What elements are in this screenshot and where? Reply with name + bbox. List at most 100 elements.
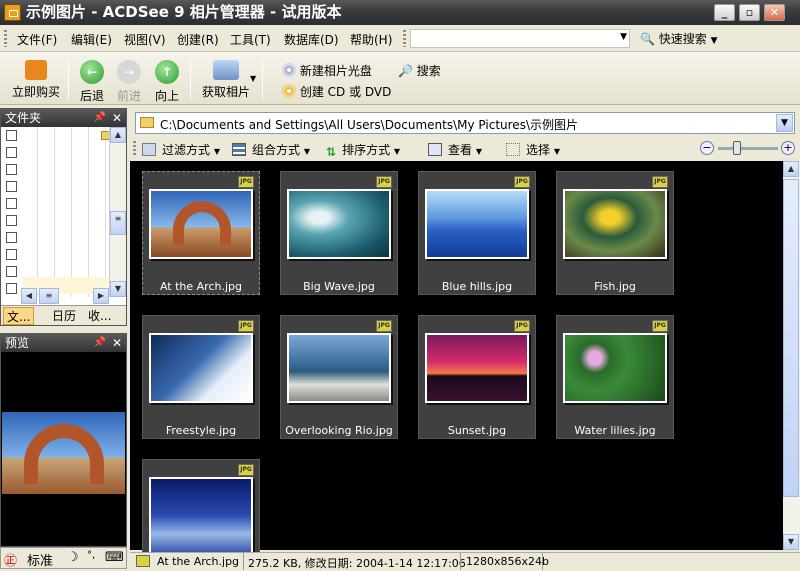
status-divider xyxy=(542,553,543,570)
tab-calendar[interactable]: 日历 xyxy=(49,307,79,325)
zoom-in-icon[interactable]: + xyxy=(781,141,795,155)
new-photo-cd-button[interactable]: 新建相片光盘 xyxy=(282,62,372,79)
menu-file[interactable]: 文件(F) xyxy=(17,31,57,48)
punctuation-icon[interactable]: °, xyxy=(87,550,95,561)
forward-button[interactable]: → 前进 xyxy=(114,60,144,104)
hscroll-thumb[interactable]: ≡ xyxy=(39,288,59,304)
thumbnail-tile[interactable]: JPG xyxy=(142,459,260,559)
tree-checkbox[interactable] xyxy=(6,266,17,277)
search-icon: 🔎 xyxy=(398,64,413,78)
ime-logo-icon[interactable]: ㊣ xyxy=(4,550,17,569)
thumbnail-tile[interactable]: JPG Big Wave.jpg xyxy=(280,171,398,295)
menu-database[interactable]: 数据库(D) xyxy=(284,31,339,48)
thumbnail-tile[interactable]: JPG At the Arch.jpg xyxy=(142,171,260,295)
thumbnail-image xyxy=(149,189,253,259)
thumbnail-tile[interactable]: JPG Water lilies.jpg xyxy=(556,315,674,439)
menu-create[interactable]: 创建(R) xyxy=(177,31,219,48)
thumbnail-tile[interactable]: JPG Overlooking Rio.jpg xyxy=(280,315,398,439)
view-button[interactable]: 查看 ▼ xyxy=(428,141,482,158)
zoom-slider[interactable] xyxy=(718,147,778,150)
toolbar-separator xyxy=(68,60,69,100)
menu-tools[interactable]: 工具(T) xyxy=(230,31,271,48)
grid-vertical-scrollbar[interactable]: ▲ ▼ xyxy=(783,161,800,550)
close-icon[interactable]: ✕ xyxy=(112,334,122,352)
up-button[interactable]: ↑ 向上 xyxy=(152,60,182,104)
menu-view[interactable]: 视图(V) xyxy=(124,31,166,48)
quick-search-button[interactable]: 🔍 快速搜索 ▼ xyxy=(640,30,718,47)
filter-button[interactable]: 过滤方式 ▼ xyxy=(142,141,220,158)
view-icon xyxy=(428,143,442,156)
maximize-button[interactable]: ▫ xyxy=(739,4,760,21)
filter-label: 过滤方式 xyxy=(162,143,211,157)
new-photo-cd-label: 新建相片光盘 xyxy=(299,64,372,78)
close-button[interactable]: ✕ xyxy=(764,4,785,21)
tree-checkbox[interactable] xyxy=(6,164,17,175)
file-type-badge: JPG xyxy=(376,320,392,332)
search-button[interactable]: 🔎 搜索 xyxy=(398,62,441,79)
moon-icon[interactable]: ☽ xyxy=(67,550,79,565)
thumbnail-tile[interactable]: JPG Fish.jpg xyxy=(556,171,674,295)
chevron-down-icon: ▼ xyxy=(475,147,482,156)
menu-edit[interactable]: 编辑(E) xyxy=(71,31,112,48)
scroll-thumb[interactable] xyxy=(783,179,799,497)
group-button[interactable]: 组合方式 ▼ xyxy=(232,141,310,158)
tree-checkbox[interactable] xyxy=(6,215,17,226)
scroll-thumb[interactable]: ≡ xyxy=(110,211,126,235)
main-toolbar: 立即购买 ← 后退 → 前进 ↑ 向上 获取相片 ▼ 新建相片光盘 🔎 搜索 创… xyxy=(0,52,800,105)
keyboard-icon[interactable]: ⌨ xyxy=(105,550,124,565)
select-button[interactable]: 选择 ▼ xyxy=(506,141,560,158)
thumbnail-caption: Blue hills.jpg xyxy=(441,280,513,293)
folder-vertical-scrollbar[interactable]: ▲ ≡ ▼ xyxy=(109,127,126,297)
tree-checkbox[interactable] xyxy=(6,130,17,141)
acquire-dropdown-icon[interactable]: ▼ xyxy=(250,74,256,83)
tree-checkbox[interactable] xyxy=(6,249,17,260)
thumbnail-tile[interactable]: JPG Sunset.jpg xyxy=(418,315,536,439)
buy-now-button[interactable]: 立即购买 xyxy=(10,60,62,100)
pin-icon[interactable]: 📌 xyxy=(94,109,106,127)
pin-icon[interactable]: 📌 xyxy=(94,334,106,352)
menu-help[interactable]: 帮助(H) xyxy=(350,31,392,48)
title-bar: 示例图片 - ACDSee 9 相片管理器 - 试用版本 _ ▫ ✕ xyxy=(0,0,800,25)
thumbnail-grid[interactable]: JPG At the Arch.jpg JPG Big Wave.jpg JPG… xyxy=(130,161,783,559)
tree-checkbox[interactable] xyxy=(6,147,17,158)
tab-favorites[interactable]: 收... xyxy=(85,307,114,325)
scroll-down-icon[interactable]: ▼ xyxy=(110,281,126,297)
close-icon[interactable]: ✕ xyxy=(112,109,122,127)
browsebar-grip[interactable] xyxy=(133,141,136,157)
tree-checkbox[interactable] xyxy=(6,283,17,294)
scroll-right-icon[interactable]: ▶ xyxy=(93,288,109,304)
chevron-down-icon[interactable]: ▼ xyxy=(776,114,793,132)
quick-search-input[interactable]: ▼ xyxy=(410,29,630,48)
search-grip[interactable] xyxy=(403,30,406,47)
thumbnail-tile[interactable]: JPG Blue hills.jpg xyxy=(418,171,536,295)
tree-checkbox[interactable] xyxy=(6,232,17,243)
tab-folders[interactable]: 文... xyxy=(3,307,35,325)
status-divider xyxy=(243,553,244,570)
menu-grip[interactable] xyxy=(4,30,7,47)
tree-checkbox[interactable] xyxy=(6,181,17,192)
folder-tree[interactable] xyxy=(1,127,111,297)
zoom-slider-thumb[interactable] xyxy=(733,141,741,155)
tree-checkbox[interactable] xyxy=(6,198,17,209)
preview-pane-title: 预览 xyxy=(5,336,30,350)
scroll-left-icon[interactable]: ◀ xyxy=(21,288,37,304)
thumbnail-tile[interactable]: JPG Freestyle.jpg xyxy=(142,315,260,439)
back-button[interactable]: ← 后退 xyxy=(77,60,107,104)
address-bar[interactable]: C:\Documents and Settings\All Users\Docu… xyxy=(135,112,795,134)
tree-guides xyxy=(21,127,109,297)
scroll-up-icon[interactable]: ▲ xyxy=(110,127,126,143)
sort-button[interactable]: ⇅ 排序方式 ▼ xyxy=(326,141,400,159)
ime-mode[interactable]: 标准 xyxy=(27,550,53,569)
window-title: 示例图片 - ACDSee 9 相片管理器 - 试用版本 xyxy=(26,3,342,21)
scroll-up-icon[interactable]: ▲ xyxy=(783,161,799,177)
scroll-down-icon[interactable]: ▼ xyxy=(783,534,799,550)
filter-icon xyxy=(142,143,156,156)
chevron-down-icon[interactable]: ▼ xyxy=(620,32,627,42)
minimize-button[interactable]: _ xyxy=(714,4,735,21)
file-type-badge: JPG xyxy=(376,176,392,188)
thumbnail-image xyxy=(425,189,529,259)
folder-pane-tabs: 文... 日历 收... xyxy=(1,305,126,325)
zoom-out-icon[interactable]: − xyxy=(700,141,714,155)
create-cd-dvd-button[interactable]: 创建 CD 或 DVD xyxy=(282,83,391,100)
acquire-button[interactable]: 获取相片 xyxy=(200,60,252,100)
